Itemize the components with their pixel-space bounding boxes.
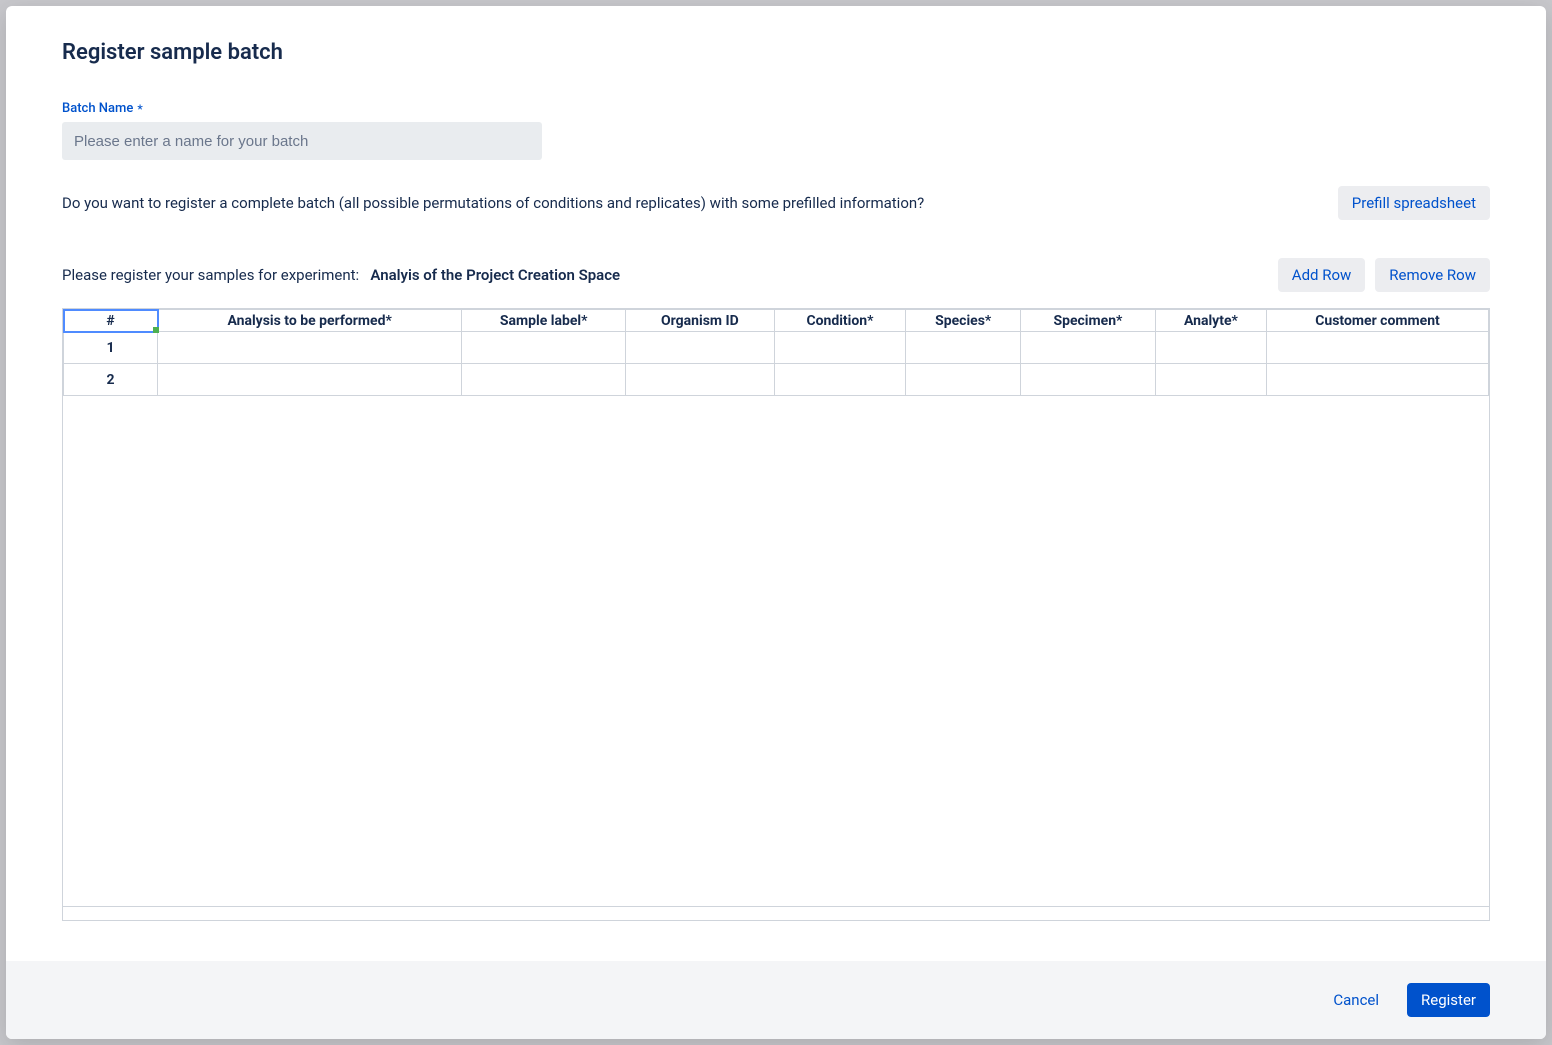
spreadsheet: # Analysis to be performed* Sample label…	[62, 308, 1490, 921]
cell-specimen[interactable]	[1021, 332, 1156, 364]
samples-table[interactable]: # Analysis to be performed* Sample label…	[63, 309, 1489, 396]
cell-organism[interactable]	[626, 332, 774, 364]
row-number[interactable]: 2	[64, 364, 158, 396]
col-header-hash[interactable]: #	[64, 310, 158, 332]
cell-species[interactable]	[906, 332, 1021, 364]
cell-label[interactable]	[462, 332, 626, 364]
prefill-row: Do you want to register a complete batch…	[62, 186, 1490, 220]
prefill-spreadsheet-button[interactable]: Prefill spreadsheet	[1338, 186, 1490, 220]
cell-analyte[interactable]	[1155, 332, 1266, 364]
col-header-comment[interactable]: Customer comment	[1267, 310, 1489, 332]
spreadsheet-footer-bar	[63, 906, 1489, 920]
col-header-organism[interactable]: Organism ID	[626, 310, 774, 332]
add-row-button[interactable]: Add Row	[1278, 258, 1366, 292]
cell-organism[interactable]	[626, 364, 774, 396]
row-buttons: Add Row Remove Row	[1278, 258, 1490, 292]
table-row: 1	[64, 332, 1489, 364]
register-samples-row: Please register your samples for experim…	[62, 258, 1490, 292]
register-button[interactable]: Register	[1407, 983, 1490, 1017]
experiment-name: Analyis of the Project Creation Space	[370, 266, 620, 284]
register-batch-modal: Register sample batch Batch Name * Do yo…	[6, 6, 1546, 1039]
cell-comment[interactable]	[1267, 332, 1489, 364]
cell-condition[interactable]	[774, 364, 906, 396]
modal-footer: Cancel Register	[6, 961, 1546, 1039]
row-number[interactable]: 1	[64, 332, 158, 364]
spreadsheet-empty-area[interactable]	[63, 396, 1489, 906]
cell-analysis[interactable]	[158, 332, 462, 364]
cell-specimen[interactable]	[1021, 364, 1156, 396]
modal-title: Register sample batch	[62, 40, 1490, 65]
batch-name-label: Batch Name *	[62, 101, 1490, 116]
col-header-analyte[interactable]: Analyte*	[1155, 310, 1266, 332]
cell-species[interactable]	[906, 364, 1021, 396]
cell-comment[interactable]	[1267, 364, 1489, 396]
col-header-specimen[interactable]: Specimen*	[1021, 310, 1156, 332]
batch-name-input[interactable]	[62, 122, 542, 160]
table-row: 2	[64, 364, 1489, 396]
remove-row-button[interactable]: Remove Row	[1375, 258, 1490, 292]
prefill-prompt: Do you want to register a complete batch…	[62, 194, 924, 212]
table-header-row: # Analysis to be performed* Sample label…	[64, 310, 1489, 332]
cell-label[interactable]	[462, 364, 626, 396]
cancel-button[interactable]: Cancel	[1319, 983, 1393, 1017]
col-header-analysis[interactable]: Analysis to be performed*	[158, 310, 462, 332]
col-header-species[interactable]: Species*	[906, 310, 1021, 332]
register-samples-prompt: Please register your samples for experim…	[62, 266, 359, 284]
batch-name-label-text: Batch Name	[62, 101, 133, 116]
cell-analyte[interactable]	[1155, 364, 1266, 396]
cell-condition[interactable]	[774, 332, 906, 364]
col-header-label[interactable]: Sample label*	[462, 310, 626, 332]
col-header-condition[interactable]: Condition*	[774, 310, 906, 332]
cell-analysis[interactable]	[158, 364, 462, 396]
modal-body: Register sample batch Batch Name * Do yo…	[6, 6, 1546, 961]
register-samples-text: Please register your samples for experim…	[62, 266, 620, 284]
required-marker: *	[137, 102, 142, 116]
